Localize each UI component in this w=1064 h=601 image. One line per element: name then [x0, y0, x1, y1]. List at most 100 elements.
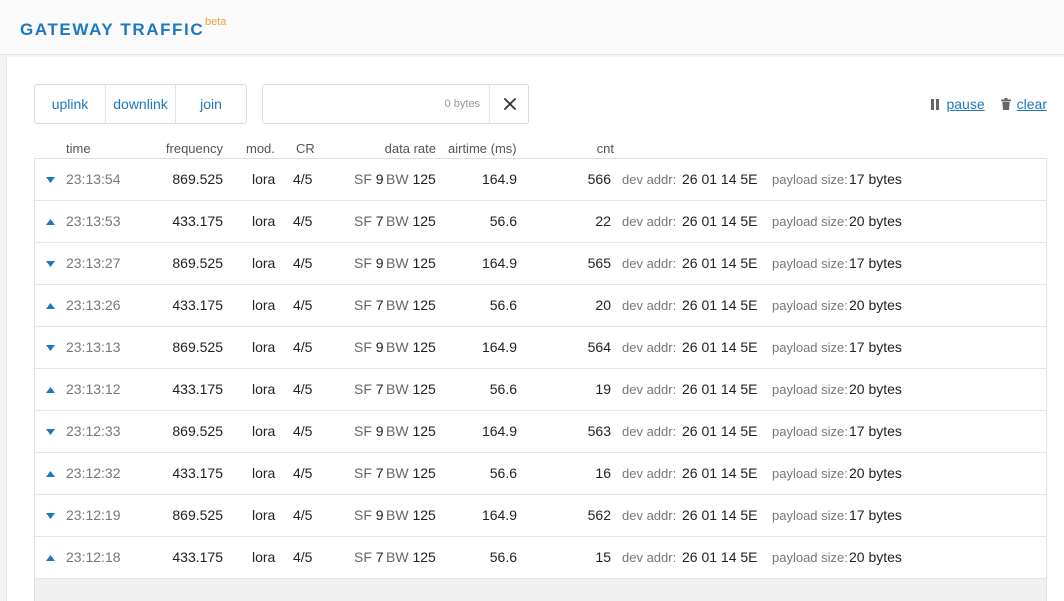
table-row[interactable]: 23:13:12 433.175 lora 4/5 56.6 19 dev addr: 26 …: [35, 369, 1046, 411]
column-header-cr: CR: [296, 141, 315, 156]
filter-join-button[interactable]: join: [176, 85, 246, 123]
payload-size-value: 20 bytes: [849, 297, 902, 313]
cr-cell: 4/5: [293, 381, 313, 397]
table-row[interactable]: 23:13:27 869.525 lora 4/5 164.9 565 dev addr: 2…: [35, 243, 1046, 285]
payload-size-value: 17 bytes: [849, 339, 902, 355]
sf-value: 7: [375, 213, 384, 229]
table-row[interactable]: 23:12:18 433.175 lora 4/5 56.6 15 dev addr: 26 …: [35, 537, 1046, 579]
spreading-factor-cell: SF 9: [354, 243, 384, 284]
sf-value: 7: [375, 297, 384, 313]
cr-cell: 4/5: [293, 297, 313, 313]
sf-value: 9: [375, 171, 384, 187]
time-cell: 23:13:26: [66, 297, 121, 313]
frequency-cell: 433.175: [172, 549, 223, 565]
table-row[interactable]: 23:12:32 433.175 lora 4/5 56.6 16 dev addr: 26 …: [35, 453, 1046, 495]
mod-cell: lora: [252, 549, 276, 565]
payload-size-label: payload size:: [772, 256, 848, 271]
sf-label: SF: [354, 423, 372, 439]
clear-filter-button[interactable]: [489, 85, 529, 123]
airtime-cell: 164.9: [481, 255, 517, 271]
cnt-cell: 566: [587, 171, 611, 187]
dev-addr-value: 26 01 14 5E: [682, 381, 758, 397]
bandwidth-cell: BW 125: [386, 369, 436, 410]
column-header-mod: mod.: [246, 141, 275, 156]
sf-label: SF: [354, 297, 372, 313]
table-row[interactable]: 23:12:19 869.525 lora 4/5 164.9 562 dev addr: 2…: [35, 495, 1046, 537]
payload-size-label: payload size:: [772, 298, 848, 313]
table-row[interactable]: 23:12:33 869.525 lora 4/5 164.9 563 dev addr: 2…: [35, 411, 1046, 453]
column-header-airtime: airtime (ms): [448, 141, 517, 156]
spreading-factor-cell: SF 9: [354, 327, 384, 368]
sf-label: SF: [354, 255, 372, 271]
payload-size-value: 17 bytes: [849, 423, 902, 439]
cnt-cell: 20: [595, 297, 611, 313]
payload-size-value: 20 bytes: [849, 549, 902, 565]
sf-label: SF: [354, 549, 372, 565]
time-cell: 23:12:32: [66, 465, 121, 481]
dev-addr-label: dev addr:: [622, 466, 677, 481]
bw-value: 125: [412, 381, 436, 397]
payload-size-label: payload size:: [772, 508, 848, 523]
mod-cell: lora: [252, 465, 276, 481]
dev-addr-value: 26 01 14 5E: [682, 507, 758, 523]
bw-label: BW: [386, 465, 409, 481]
arrow-up-icon: [46, 537, 55, 578]
clear-label: clear: [1016, 96, 1047, 112]
time-cell: 23:13:13: [66, 339, 121, 355]
frequency-cell: 869.525: [172, 507, 223, 523]
table-row[interactable]: 23:13:13 869.525 lora 4/5 164.9 564 dev addr: 2…: [35, 327, 1046, 369]
payload-filter-input[interactable]: [263, 85, 488, 123]
dev-addr-label: dev addr:: [622, 214, 677, 229]
dev-addr-value: 26 01 14 5E: [682, 213, 758, 229]
spreading-factor-cell: SF 9: [354, 411, 384, 452]
arrow-down-icon: [46, 411, 55, 452]
airtime-cell: 164.9: [481, 171, 517, 187]
dev-addr-label: dev addr:: [622, 550, 677, 565]
payload-size-label: payload size:: [772, 214, 848, 229]
sf-value: 7: [375, 549, 384, 565]
airtime-cell: 164.9: [481, 507, 517, 523]
filter-downlink-button[interactable]: downlink: [106, 85, 176, 123]
table-row[interactable]: 23:13:26 433.175 lora 4/5 56.6 20 dev addr: 26 …: [35, 285, 1046, 327]
bw-label: BW: [386, 213, 409, 229]
sf-label: SF: [354, 507, 372, 523]
time-cell: 23:13:53: [66, 213, 121, 229]
bandwidth-cell: BW 125: [386, 411, 436, 452]
arrow-up-icon: [46, 285, 55, 326]
table-row[interactable]: 23:13:54 869.525 lora 4/5 164.9 566 dev addr: 2…: [35, 159, 1046, 201]
time-cell: 23:13:27: [66, 255, 121, 271]
spreading-factor-cell: SF 7: [354, 201, 384, 242]
bw-value: 125: [412, 465, 436, 481]
bw-value: 125: [412, 171, 436, 187]
payload-size-label: payload size:: [772, 172, 848, 187]
cnt-cell: 19: [595, 381, 611, 397]
dev-addr-label: dev addr:: [622, 382, 677, 397]
sf-value: 9: [375, 339, 384, 355]
cnt-cell: 15: [595, 549, 611, 565]
bw-label: BW: [386, 171, 409, 187]
cr-cell: 4/5: [293, 507, 313, 523]
dev-addr-label: dev addr:: [622, 172, 677, 187]
pause-button[interactable]: pause: [931, 96, 985, 112]
arrow-up-icon: [46, 201, 55, 242]
spreading-factor-cell: SF 9: [354, 159, 384, 200]
filter-uplink-button[interactable]: uplink: [35, 85, 106, 123]
airtime-cell: 56.6: [489, 465, 517, 481]
bw-value: 125: [412, 213, 436, 229]
cnt-cell: 16: [595, 465, 611, 481]
frequency-cell: 869.525: [172, 339, 223, 355]
sf-label: SF: [354, 213, 372, 229]
traffic-panel: uplink downlink join pause clear: [6, 57, 1064, 601]
dev-addr-value: 26 01 14 5E: [682, 339, 758, 355]
cr-cell: 4/5: [293, 171, 313, 187]
mod-cell: lora: [252, 381, 276, 397]
time-cell: 23:12:18: [66, 549, 121, 565]
sf-label: SF: [354, 171, 372, 187]
sf-label: SF: [354, 339, 372, 355]
payload-size-label: payload size:: [772, 340, 848, 355]
payload-size-value: 20 bytes: [849, 465, 902, 481]
clear-button[interactable]: clear: [1000, 96, 1047, 112]
table-row[interactable]: 23:13:53 433.175 lora 4/5 56.6 22 dev addr: 26 …: [35, 201, 1046, 243]
payload-size-label: payload size:: [772, 382, 848, 397]
spreading-factor-cell: SF 7: [354, 537, 384, 578]
